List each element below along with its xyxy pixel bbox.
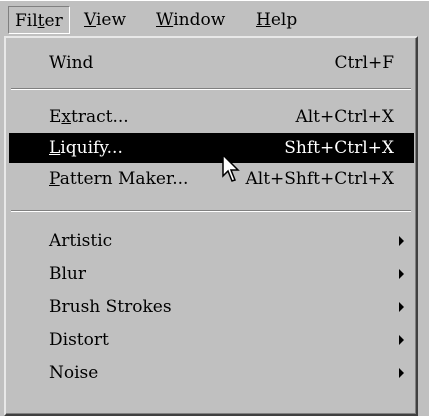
menu-window[interactable]: Window: [150, 6, 231, 34]
menu-item-pattern-maker-label-b: attern Maker...: [59, 169, 189, 189]
menu-filter-label-b: er: [44, 11, 63, 31]
menu-view[interactable]: View: [78, 6, 132, 34]
menu-window-label: indow: [173, 10, 226, 30]
menu-item-artistic-label: Artistic: [49, 231, 113, 251]
menu-item-liquify-mnemonic: L: [49, 138, 61, 158]
menu-separator: [11, 88, 411, 90]
submenu-arrow-icon: [399, 302, 404, 312]
menu-filter-mnemonic: t: [37, 11, 45, 31]
menu-bar: Filter View Window Help: [0, 0, 429, 38]
menu-item-pattern-maker-mnemonic: P: [49, 169, 60, 189]
menu-item-brush-strokes-label: Brush Strokes: [49, 297, 172, 317]
menu-filter-label-a: Fil: [15, 11, 38, 31]
menu-item-blur-label: Blur: [49, 264, 87, 284]
menu-item-extract-mnemonic: x: [61, 107, 72, 127]
menu-item-liquify-label: Liquify...: [49, 133, 123, 163]
menu-item-extract[interactable]: Extract... Alt+Ctrl+X: [9, 102, 414, 132]
menu-item-extract-label-a: E: [49, 107, 62, 127]
menu-item-extract-shortcut: Alt+Ctrl+X: [295, 107, 394, 127]
mouse-pointer-icon: [222, 154, 240, 182]
menu-help-label: elp: [270, 10, 298, 30]
menu-item-liquify-shortcut: Shft+Ctrl+X: [284, 138, 394, 158]
submenu-arrow-icon: [399, 269, 404, 279]
menu-help[interactable]: Help: [250, 6, 303, 34]
menu-item-noise-label: Noise: [49, 363, 99, 383]
menu-separator: [11, 210, 411, 212]
menu-item-pattern-maker-label: Pattern Maker...: [49, 164, 188, 194]
menu-item-pattern-maker[interactable]: Pattern Maker... Alt+Shft+Ctrl+X: [9, 164, 414, 194]
menu-item-extract-label: Extract...: [49, 102, 129, 132]
filter-dropdown-menu: Wind Ctrl+F Extract... Alt+Ctrl+X Liquif…: [4, 36, 418, 416]
submenu-arrow-icon: [399, 236, 404, 246]
menu-item-pattern-maker-shortcut: Alt+Shft+Ctrl+X: [245, 169, 394, 189]
menu-item-wind-shortcut: Ctrl+F: [334, 53, 394, 73]
menu-item-distort[interactable]: Distort: [9, 325, 414, 355]
menu-window-mnemonic: W: [156, 10, 174, 30]
menu-item-wind-label: Wind: [49, 53, 94, 73]
menu-item-brush-strokes[interactable]: Brush Strokes: [9, 292, 414, 322]
menu-filter[interactable]: Filter: [8, 6, 70, 34]
menu-item-liquify[interactable]: Liquify... Shft+Ctrl+X: [9, 133, 414, 163]
menu-item-artistic[interactable]: Artistic: [9, 226, 414, 256]
menu-item-wind[interactable]: Wind Ctrl+F: [9, 48, 414, 78]
menu-item-distort-label: Distort: [49, 330, 109, 350]
menu-item-extract-label-b: tract...: [71, 107, 129, 127]
menu-item-blur[interactable]: Blur: [9, 259, 414, 289]
menu-item-noise[interactable]: Noise: [9, 358, 414, 388]
menu-view-label: iew: [95, 10, 127, 30]
menu-help-mnemonic: H: [256, 10, 271, 30]
submenu-arrow-icon: [399, 368, 404, 378]
submenu-arrow-icon: [399, 335, 404, 345]
menu-view-mnemonic: V: [84, 10, 96, 30]
menu-item-liquify-label-b: iquify...: [60, 138, 123, 158]
